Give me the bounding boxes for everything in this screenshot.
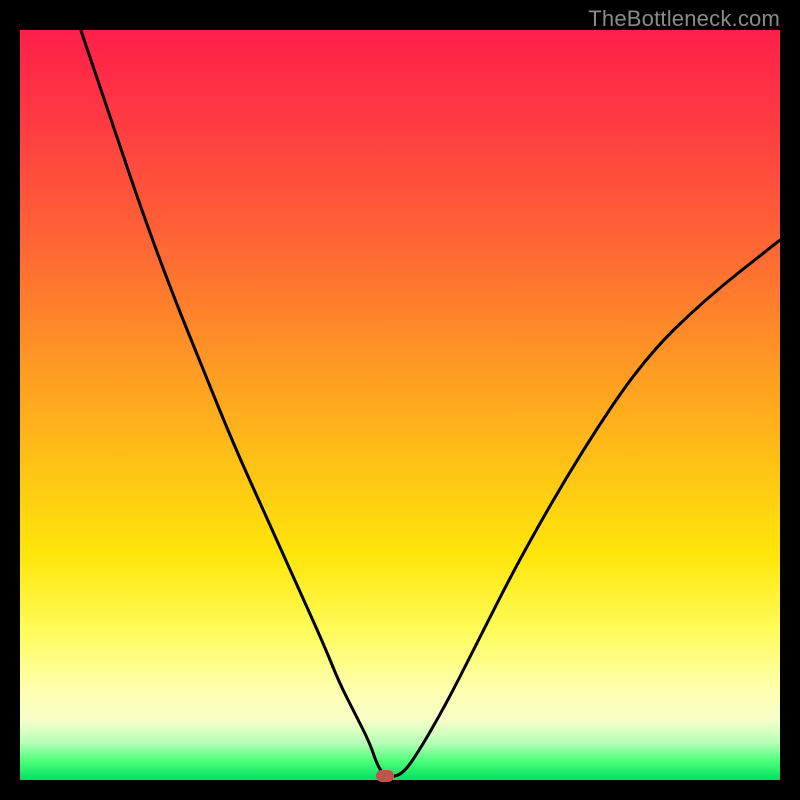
minimum-marker: [376, 770, 394, 782]
plot-area: [20, 30, 780, 780]
watermark-text: TheBottleneck.com: [588, 6, 780, 32]
bottleneck-curve: [20, 30, 780, 780]
chart-frame: TheBottleneck.com: [0, 0, 800, 800]
